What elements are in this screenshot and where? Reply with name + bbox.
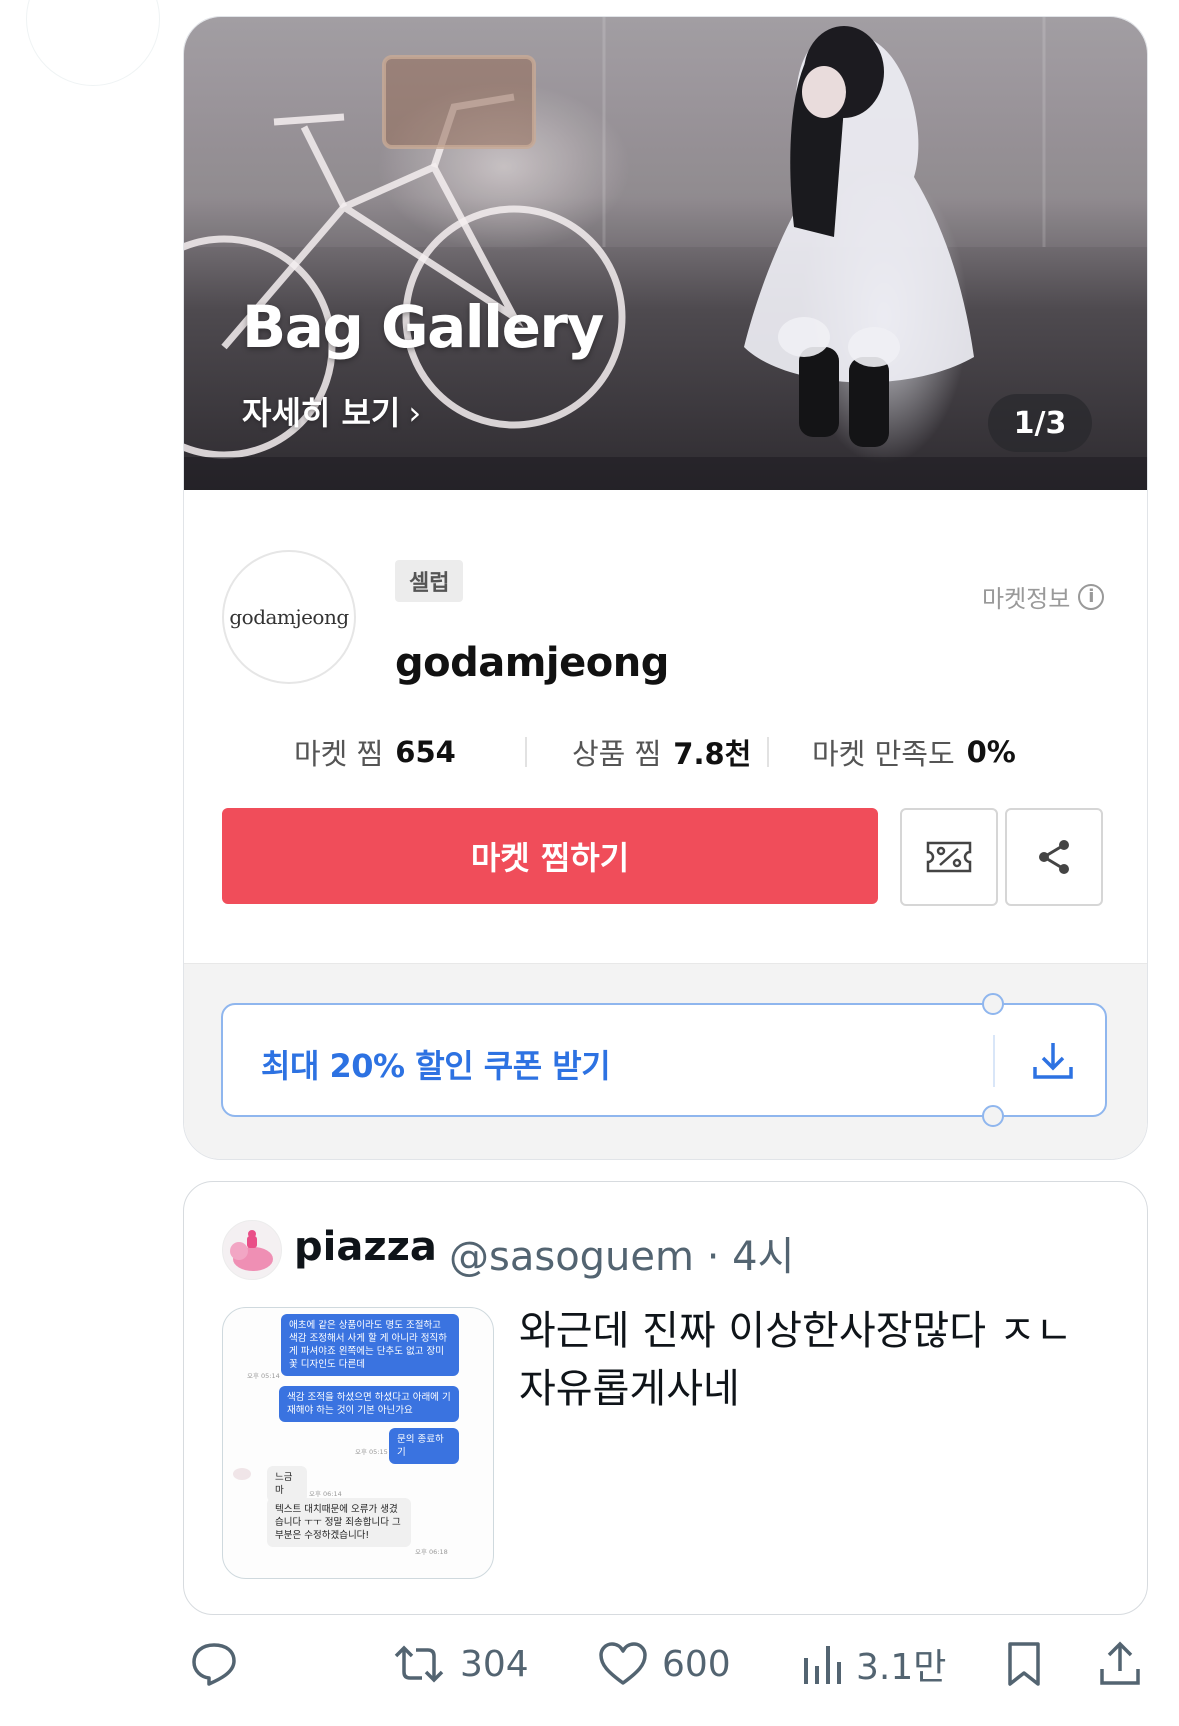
retweet-icon — [394, 1645, 444, 1683]
views-bar-chart-icon — [804, 1646, 841, 1684]
chat-time: 오후 06:14 — [309, 1490, 342, 1498]
stat-divider — [767, 737, 769, 767]
chevron-right-icon: › — [408, 394, 422, 432]
market-card[interactable]: Bag Gallery 자세히 보기 › 1/3 godamjeong 셀럽 마켓… — [183, 16, 1148, 1160]
celeb-badge: 셀럽 — [395, 560, 464, 602]
stat-label: 마켓 찜 — [294, 737, 384, 771]
chat-avatar — [233, 1468, 251, 1480]
like-count: 600 — [662, 1643, 731, 1685]
bookmark-button[interactable] — [1004, 1637, 1044, 1691]
stat-satisfaction: 마켓 만족도 0% — [812, 729, 1016, 775]
ticket-notch-bottom — [982, 1105, 1004, 1127]
views-button[interactable]: 3.1만 — [802, 1637, 946, 1691]
chat-time: 오후 06:18 — [415, 1548, 448, 1556]
download-icon[interactable] — [1031, 1041, 1075, 1081]
quoted-tweet[interactable]: piazza @sasoguem · 4시 애초에 같은 상품이라도 명도 조절… — [183, 1181, 1148, 1615]
stat-label: 마켓 만족도 — [812, 737, 955, 771]
retweet-button[interactable]: 304 — [392, 1637, 529, 1691]
quote-image-thumbnail[interactable]: 애초에 같은 상품이라도 명도 조절하고 색감 조정해서 사게 할 게 아니라 … — [222, 1307, 494, 1579]
coupon-divider — [993, 1035, 995, 1087]
banner-image[interactable]: Bag Gallery 자세히 보기 › 1/3 — [184, 17, 1147, 490]
share-button[interactable] — [1005, 808, 1103, 906]
quote-text: 와근데 진짜 이상한사장많다 ㅈㄴ 자유롭게사네 — [519, 1308, 1073, 1412]
shop-stats: 마켓 찜 654 상품 찜 7.8천 마켓 만족도 0% — [222, 729, 1112, 775]
market-info-link[interactable]: 마켓정보 i — [982, 579, 1105, 614]
shop-name: godamjeong — [395, 640, 669, 686]
stat-market-favorites: 마켓 찜 654 — [294, 729, 456, 775]
ticket-notch-top — [982, 993, 1004, 1015]
chat-time: 오후 05:15 — [355, 1448, 388, 1456]
chat-message: 문의 종료하기 — [389, 1428, 459, 1464]
heart-icon — [599, 1642, 647, 1685]
coupon-text: 최대 20% 할인 쿠폰 받기 — [261, 1047, 611, 1085]
bookmark-icon — [1008, 1642, 1040, 1686]
chat-message: 애초에 같은 상품이라도 명도 조절하고 색감 조정해서 사게 할 게 아니라 … — [281, 1314, 459, 1376]
views-count: 3.1만 — [856, 1647, 947, 1688]
market-favorite-button[interactable]: 마켓 찜하기 — [222, 808, 878, 904]
banner-detail-link[interactable]: 자세히 보기 › — [242, 388, 421, 434]
quote-avatar[interactable] — [222, 1220, 282, 1280]
banner-detail-label: 자세히 보기 — [242, 394, 401, 432]
chat-message: 색감 조적을 하셨으면 하셨다고 아래에 기재해야 하는 것이 기본 아닌가요 — [279, 1386, 459, 1422]
coupon-download-banner[interactable]: 최대 20% 할인 쿠폰 받기 — [221, 993, 1107, 1127]
coupon-button[interactable] — [900, 808, 998, 906]
share-tweet-button[interactable] — [1098, 1637, 1142, 1691]
chat-message: 텍스트 대치때문에 오류가 생겼습니다 ㅜㅜ 정말 죄송합니다 그 부분은 수정… — [267, 1498, 411, 1547]
quote-display-name[interactable]: piazza — [294, 1224, 437, 1270]
pink-pig-icon — [230, 1230, 273, 1271]
reply-button[interactable] — [190, 1637, 238, 1691]
reply-icon — [192, 1643, 236, 1686]
stat-product-favorites: 상품 찜 7.8천 — [572, 729, 751, 775]
stat-value: 0% — [966, 735, 1016, 769]
quote-handle-time[interactable]: @sasoguem · 4시 — [449, 1224, 794, 1282]
like-button[interactable]: 600 — [598, 1637, 731, 1691]
shop-logo[interactable]: godamjeong — [222, 550, 356, 684]
stat-value: 7.8천 — [673, 737, 752, 771]
slide-counter: 1/3 — [988, 394, 1092, 452]
author-avatar[interactable] — [26, 0, 160, 86]
retweet-count: 304 — [460, 1643, 529, 1685]
stat-divider — [525, 737, 527, 767]
chat-time: 오후 05:14 — [247, 1372, 280, 1380]
share-icon — [1039, 840, 1069, 874]
banner-title: Bag Gallery — [242, 293, 604, 361]
coupon-icon — [926, 841, 972, 873]
info-icon: i — [1078, 583, 1105, 610]
market-info-label: 마켓정보 — [982, 585, 1071, 613]
stat-label: 상품 찜 — [572, 737, 662, 771]
chat-sender-name: 느금마 — [267, 1466, 307, 1502]
upload-share-icon — [1100, 1641, 1140, 1685]
stat-value: 654 — [395, 735, 456, 769]
